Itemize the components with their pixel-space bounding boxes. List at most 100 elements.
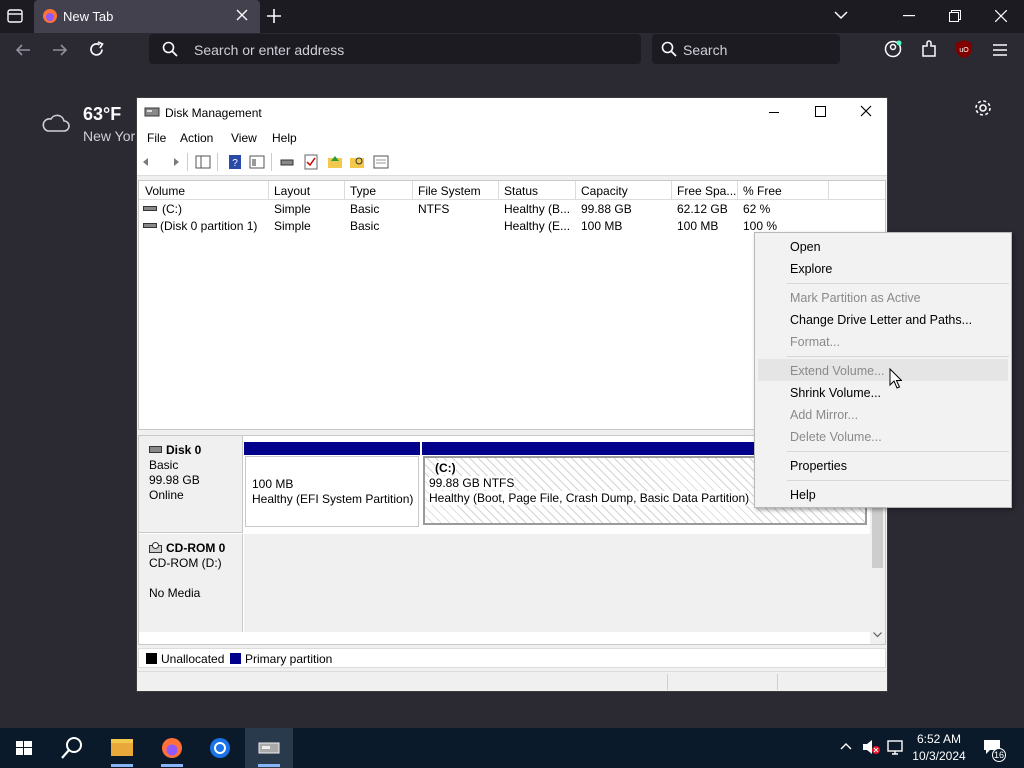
clock-date[interactable]: 10/3/2024: [908, 749, 970, 763]
menu-view[interactable]: View: [231, 131, 257, 145]
column-header-volume[interactable]: Volume: [145, 184, 185, 198]
checklist-icon[interactable]: [303, 154, 319, 170]
menu-item-shrink-volume[interactable]: Shrink Volume...: [790, 386, 881, 400]
chrome-button[interactable]: [196, 728, 244, 768]
account-icon[interactable]: [884, 40, 902, 58]
minimize-icon[interactable]: [903, 15, 915, 17]
restore-icon[interactable]: [949, 10, 961, 22]
window-title: Disk Management: [165, 106, 262, 120]
volume-file-system: NTFS: [418, 202, 450, 216]
forward-icon[interactable]: [52, 42, 68, 58]
search-icon: [661, 41, 677, 57]
table-row[interactable]: (C:) Simple Basic NTFS Healthy (B... 99.…: [139, 200, 885, 217]
cd-drive-icon: [149, 542, 163, 554]
menu-help[interactable]: Help: [272, 131, 297, 145]
column-divider[interactable]: [737, 181, 738, 199]
volume-muted-icon[interactable]: [862, 739, 880, 755]
efi-partition-header-bar: [244, 442, 420, 455]
file-explorer-button[interactable]: [98, 728, 146, 768]
cdrom0-label[interactable]: CD-ROM 0 CD-ROM (D:) No Media: [139, 534, 243, 632]
folder-search-icon[interactable]: [349, 154, 365, 170]
new-tab-icon[interactable]: [267, 9, 281, 23]
volume-percent-free: 100 %: [743, 219, 778, 233]
volume-layout: Simple: [274, 219, 311, 233]
column-divider[interactable]: [828, 181, 829, 199]
disk-management-taskbar-button[interactable]: [245, 728, 293, 768]
network-icon[interactable]: [887, 739, 905, 755]
column-header-capacity[interactable]: Capacity: [581, 184, 628, 198]
cdrom0-drive: CD-ROM (D:): [149, 556, 222, 570]
gear-icon[interactable]: [974, 99, 992, 117]
back-icon[interactable]: [15, 42, 31, 58]
column-divider[interactable]: [498, 181, 499, 199]
close-window-icon[interactable]: [995, 10, 1007, 22]
connect-disk-icon[interactable]: [279, 154, 295, 170]
column-header-file-system[interactable]: File System: [418, 184, 481, 198]
weather-location: New York: [83, 128, 143, 144]
settings-list-icon[interactable]: [373, 154, 389, 170]
column-header-type[interactable]: Type: [350, 184, 376, 198]
menu-action[interactable]: Action: [180, 131, 213, 145]
menu-separator: [787, 480, 1009, 481]
maximize-button[interactable]: [797, 98, 843, 126]
extensions-icon[interactable]: [920, 40, 938, 58]
list-all-tabs-icon[interactable]: [6, 8, 24, 24]
column-divider[interactable]: [575, 181, 576, 199]
scrollbar-thumb[interactable]: [872, 506, 883, 568]
menu-item-properties[interactable]: Properties: [790, 459, 847, 473]
start-button[interactable]: [0, 728, 48, 768]
reload-icon[interactable]: [88, 41, 105, 58]
cdrom0-media: No Media: [149, 586, 201, 600]
title-bar[interactable]: Disk Management: [137, 98, 887, 126]
back-arrow-icon[interactable]: [142, 154, 158, 170]
search-button[interactable]: [48, 728, 96, 768]
clock-time[interactable]: 6:52 AM: [908, 732, 970, 746]
column-header-layout[interactable]: Layout: [274, 184, 310, 198]
column-divider[interactable]: [344, 181, 345, 199]
disk0-label[interactable]: Disk 0 Basic 99.98 GB Online: [139, 436, 243, 533]
volume-percent-free: 62 %: [743, 202, 771, 216]
help-icon[interactable]: ?: [227, 154, 243, 170]
efi-partition-block[interactable]: 100 MB Healthy (EFI System Partition): [245, 456, 419, 527]
show-hide-console-tree-icon[interactable]: [195, 154, 211, 170]
toolbar-separator: [217, 153, 218, 171]
scroll-down-icon[interactable]: [873, 632, 882, 638]
cdrom0-area: [244, 534, 873, 632]
column-divider[interactable]: [671, 181, 672, 199]
c-partition-status: Healthy (Boot, Page File, Crash Dump, Ba…: [429, 491, 750, 505]
volume-free-space: 62.12 GB: [677, 202, 728, 216]
ublock-origin-icon[interactable]: uO: [955, 39, 973, 59]
firefox-button[interactable]: [148, 728, 196, 768]
show-hidden-icons-icon[interactable]: [840, 742, 852, 750]
menu-item-help[interactable]: Help: [790, 488, 816, 502]
menu-file[interactable]: File: [147, 131, 166, 145]
close-tab-icon[interactable]: [236, 9, 248, 21]
volume-list-header: Volume Layout Type File System Status Ca…: [139, 181, 885, 200]
menu-item-open[interactable]: Open: [790, 240, 821, 254]
url-bar[interactable]: Search or enter address: [149, 34, 641, 64]
menu-bar: File Action View Help: [137, 126, 887, 148]
volume-status: Healthy (E...: [504, 219, 571, 233]
tab-title: New Tab: [63, 9, 114, 24]
column-header-percent-free[interactable]: % Free: [743, 184, 782, 198]
hamburger-menu-icon[interactable]: [992, 43, 1008, 57]
folder-up-icon[interactable]: [327, 154, 343, 170]
column-header-status[interactable]: Status: [504, 184, 538, 198]
menu-item-change-drive-letter[interactable]: Change Drive Letter and Paths...: [790, 313, 972, 327]
forward-arrow-icon[interactable]: [164, 154, 180, 170]
column-header-free-space[interactable]: Free Spa...: [677, 184, 736, 198]
properties-icon[interactable]: [249, 154, 265, 170]
minimize-button[interactable]: [751, 98, 797, 126]
menu-item-mark-partition-active: Mark Partition as Active: [790, 291, 921, 305]
tab-new-tab[interactable]: New Tab: [34, 0, 260, 33]
column-divider[interactable]: [412, 181, 413, 199]
close-button[interactable]: [843, 98, 889, 126]
volume-icon: [143, 206, 157, 212]
volume-capacity: 99.88 GB: [581, 202, 632, 216]
menu-item-explore[interactable]: Explore: [790, 262, 832, 276]
search-bar[interactable]: Search: [652, 34, 840, 64]
context-menu: Open Explore Mark Partition as Active Ch…: [754, 232, 1012, 508]
column-divider[interactable]: [268, 181, 269, 199]
chevron-down-icon[interactable]: [834, 11, 848, 20]
volume-capacity: 100 MB: [581, 219, 623, 233]
